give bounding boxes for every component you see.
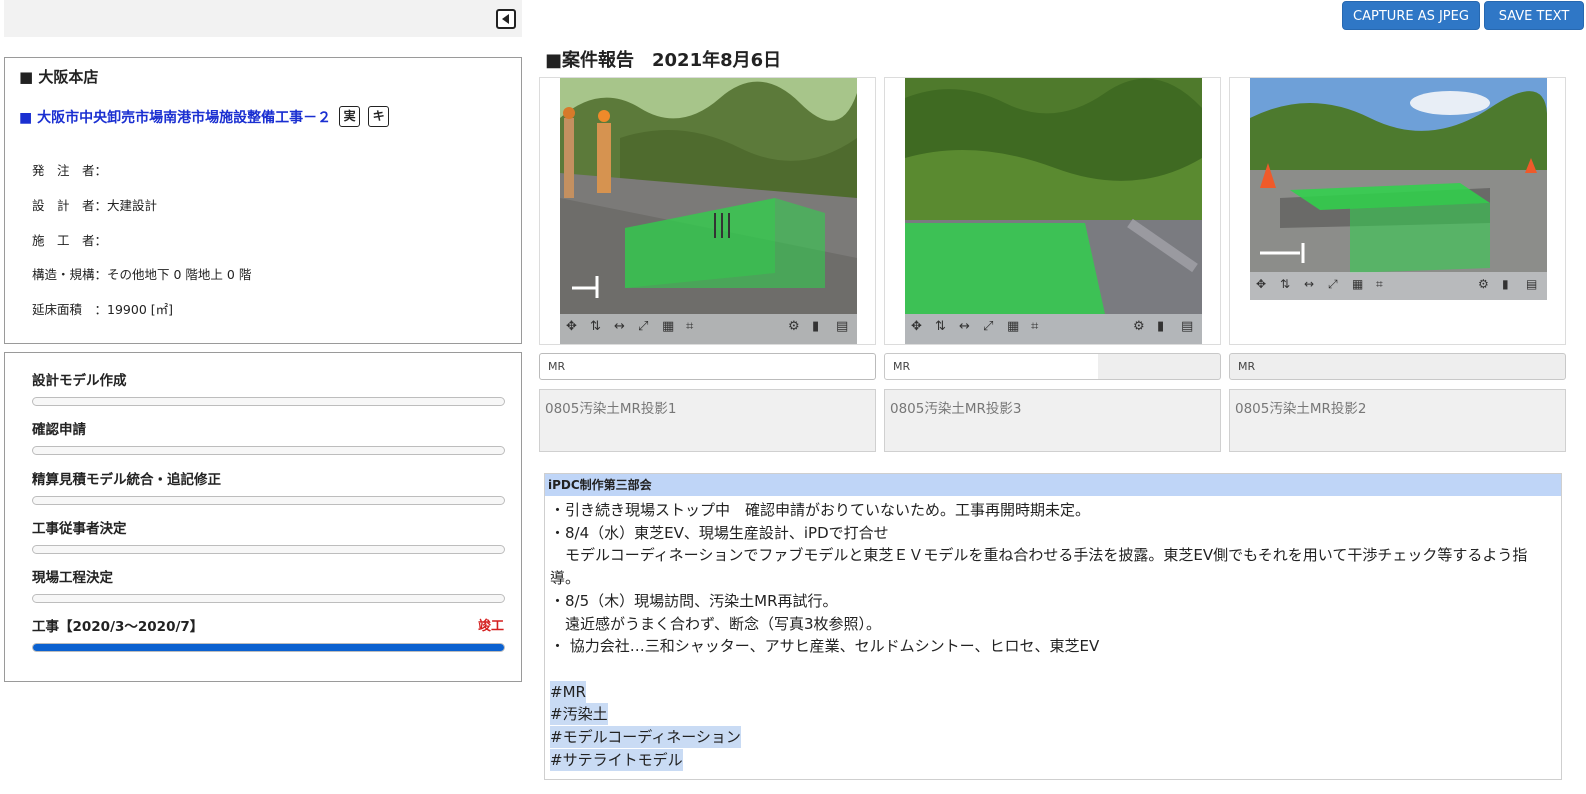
stage-label: 現場工程決定 bbox=[32, 570, 113, 586]
mr-input[interactable]: MR bbox=[1229, 353, 1566, 380]
hashtag: #モデルコーディネーション bbox=[550, 726, 741, 749]
project-tag-ki-button[interactable]: キ bbox=[368, 106, 390, 127]
mr-photo: ✥ ⇅ ↔ ⤢ ▦ ⌗ ⚙ ▮ ▤ bbox=[1250, 78, 1547, 300]
svg-text:⚙: ⚙ bbox=[1133, 319, 1145, 334]
capture-jpeg-button[interactable]: CAPTURE AS JPEG bbox=[1342, 1, 1480, 30]
save-text-button[interactable]: SAVE TEXT bbox=[1484, 1, 1584, 30]
progress-panel: 設計モデル作成 確認申請 精算見積モデル統合・追記修正 工事従事者決定 現場工程… bbox=[4, 352, 522, 682]
svg-text:⌗: ⌗ bbox=[1376, 277, 1383, 291]
note-line bbox=[550, 658, 1557, 681]
info-structure: 構造・規構：その他地下 0 階地上 0 階 bbox=[32, 267, 252, 282]
note-line: ・ 協力会社…三和シャッター、アサヒ産業、セルドムシントー、ヒロセ、東芝EV bbox=[550, 637, 1100, 656]
stage-label: 精算見積モデル統合・追記修正 bbox=[32, 472, 221, 488]
note-line: モデルコーディネーションでファブモデルと東芝ＥＶモデルを重ね合わせる手法を披露。… bbox=[550, 546, 1528, 588]
mr-photo: ✥ ⇅ ↔ ⤢ ▦ ⌗ ⚙ ▮ ▤ bbox=[905, 78, 1202, 344]
info-designer: 設 計 者：大建設計 bbox=[32, 198, 158, 213]
stage-label: 設計モデル作成 bbox=[32, 373, 127, 389]
photo-card[interactable]: ✥ ⇅ ↔ ⤢ ▦ ⌗ ⚙ ▮ ▤ bbox=[1229, 77, 1566, 345]
photo-card[interactable]: ✥ ⇅ ↔ ⤢ ▦ ⌗ ⚙ ▮ ▤ bbox=[884, 77, 1221, 345]
hashtag: #汚染土 bbox=[550, 703, 608, 726]
collapse-left-icon[interactable] bbox=[496, 9, 516, 29]
mr-input[interactable]: MR bbox=[884, 353, 1221, 380]
report-title: ■案件報告 2021年8月6日 bbox=[545, 50, 782, 71]
hashtag: #MR bbox=[550, 680, 586, 703]
caption-field[interactable]: 0805汚染土MR投影1 bbox=[539, 389, 876, 452]
project-tag-jitsu-button[interactable]: 実 bbox=[339, 106, 361, 127]
svg-text:⌗: ⌗ bbox=[1031, 319, 1039, 334]
svg-text:▦: ▦ bbox=[1007, 319, 1019, 334]
stage-progress-bar bbox=[32, 446, 505, 455]
note-body[interactable]: ・引き続き現場ストップ中 確認申請がおりていないため。工事再開時期未定。 ・8/… bbox=[545, 496, 1561, 771]
svg-text:✥: ✥ bbox=[1256, 277, 1266, 291]
svg-text:▮: ▮ bbox=[1157, 319, 1164, 334]
svg-text:⇅: ⇅ bbox=[935, 319, 946, 334]
svg-text:⚙: ⚙ bbox=[788, 319, 800, 334]
svg-text:✥: ✥ bbox=[911, 319, 922, 334]
info-floor-area: 延床面積 ：19900 [㎡] bbox=[32, 302, 174, 317]
left-top-bar bbox=[4, 0, 522, 37]
project-info-panel: ■ 大阪本店 ■ 大阪市中央卸売市場南港市場施設整備工事－２ 実 キ 発 注 者… bbox=[4, 57, 522, 344]
note-header: iPDC制作第三部会 bbox=[545, 474, 1561, 496]
svg-text:⇅: ⇅ bbox=[590, 319, 601, 334]
project-title-row: ■ 大阪市中央卸売市場南港市場施設整備工事－２ 実 キ bbox=[19, 106, 390, 127]
stage-label: 工事【2020/3〜2020/7】 bbox=[32, 619, 204, 635]
stage-status-badge: 竣工 bbox=[477, 619, 504, 634]
svg-text:▤: ▤ bbox=[836, 319, 848, 334]
svg-text:▤: ▤ bbox=[1526, 277, 1537, 291]
info-orderer: 発 注 者： bbox=[32, 163, 108, 178]
project-title-link[interactable]: ■ 大阪市中央卸売市場南港市場施設整備工事－２ bbox=[19, 107, 331, 127]
photo-card[interactable]: ✥ ⇅ ↔ ⤢ ▦ ⌗ ⚙ ▮ ▤ bbox=[539, 77, 876, 345]
svg-text:↔: ↔ bbox=[1304, 277, 1314, 291]
note-line: ・引き続き現場ストップ中 確認申請がおりていないため。工事再開時期未定。 bbox=[550, 501, 1091, 519]
svg-text:⚙: ⚙ bbox=[1478, 277, 1489, 291]
info-contractor: 施 工 者： bbox=[32, 233, 108, 248]
svg-text:▤: ▤ bbox=[1181, 319, 1193, 334]
note-line: ・8/5（木）現場訪問、汚染土MR再試行。 bbox=[550, 591, 838, 610]
caption-field[interactable]: 0805汚染土MR投影3 bbox=[884, 389, 1221, 452]
mr-input[interactable]: MR bbox=[539, 353, 876, 380]
svg-text:⇅: ⇅ bbox=[1280, 277, 1290, 291]
svg-text:▦: ▦ bbox=[1352, 277, 1363, 291]
svg-text:⌗: ⌗ bbox=[686, 319, 694, 334]
svg-text:⤢: ⤢ bbox=[983, 319, 993, 334]
note-line: 遠近感がうまく合わず、断念（写真3枚参照）。 bbox=[550, 614, 881, 633]
caption-field[interactable]: 0805汚染土MR投影2 bbox=[1229, 389, 1566, 452]
stage-progress-bar bbox=[32, 496, 505, 505]
svg-text:↔: ↔ bbox=[614, 319, 625, 334]
report-note-editor[interactable]: iPDC制作第三部会 ・引き続き現場ストップ中 確認申請がおりていないため。工事… bbox=[544, 473, 1562, 780]
stage-progress-bar bbox=[32, 594, 505, 603]
svg-text:▦: ▦ bbox=[662, 319, 674, 334]
stage-progress-bar bbox=[32, 643, 505, 652]
stage-label: 工事従事者決定 bbox=[32, 521, 127, 537]
svg-text:▮: ▮ bbox=[1502, 277, 1509, 291]
svg-text:✥: ✥ bbox=[566, 319, 577, 334]
svg-text:▮: ▮ bbox=[812, 319, 819, 334]
svg-text:⤢: ⤢ bbox=[638, 319, 648, 334]
stage-label: 確認申請 bbox=[32, 422, 86, 438]
stage-progress-bar bbox=[32, 397, 505, 406]
page: ■ 大阪本店 ■ 大阪市中央卸売市場南港市場施設整備工事－２ 実 キ 発 注 者… bbox=[0, 0, 1586, 794]
stage-progress-bar bbox=[32, 545, 505, 554]
hashtag: #サテライトモデル bbox=[550, 748, 683, 771]
svg-text:⤢: ⤢ bbox=[1327, 277, 1338, 291]
svg-text:↔: ↔ bbox=[959, 319, 970, 334]
note-line: ・8/4（水）東芝EV、現場生産設計、iPDで打合せ bbox=[550, 523, 889, 542]
mr-photo: ✥ ⇅ ↔ ⤢ ▦ ⌗ ⚙ ▮ ▤ bbox=[560, 78, 857, 344]
branch-title: ■ 大阪本店 bbox=[19, 68, 99, 86]
stage-progress-fill bbox=[33, 644, 504, 651]
